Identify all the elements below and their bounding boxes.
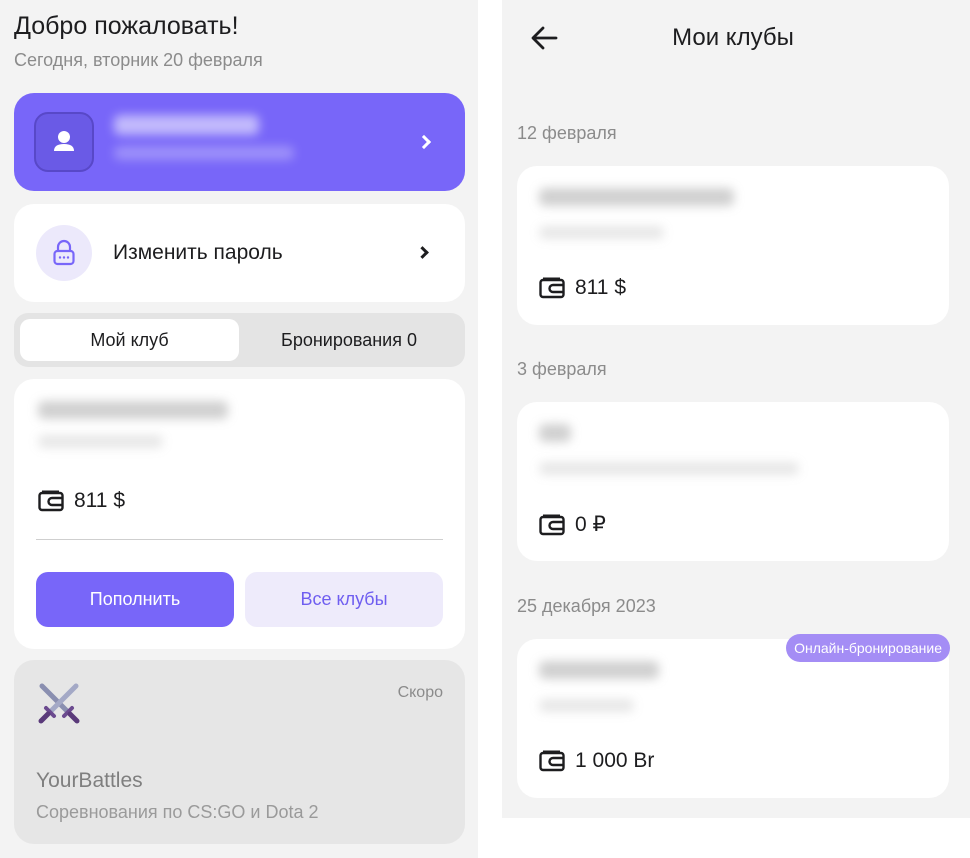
change-password-label: Изменить пароль [113,241,283,264]
profile-card[interactable] [14,93,465,191]
club-address-redacted [539,226,664,239]
club-name-redacted [539,661,659,679]
club-tabs: Мой клуб Бронирования 0 [14,313,465,367]
tab-my-club[interactable]: Мой клуб [20,319,239,361]
profile-name-redacted [114,115,259,135]
top-up-button[interactable]: Пополнить [36,572,234,627]
lock-icon [53,239,75,266]
club-balance: 0 ₽ [539,512,606,537]
coming-soon-label: Скоро [397,684,443,701]
club-balance-value: 1 000 Br [575,749,655,772]
yourbattles-subtitle: Соревнования по CS:GO и Dota 2 [36,802,319,822]
avatar [34,112,94,172]
chevron-right-icon [416,134,432,150]
wallet-icon [539,277,565,299]
club-balance: 1 000 Br [539,749,654,773]
wallet-icon [539,514,565,535]
club-balance-value: 811 $ [575,276,626,299]
club-name-redacted [539,424,571,442]
yourbattles-title: YourBattles [36,769,143,792]
my-clubs-screen: Мои клубы 12 февраля 811 $ 3 февраля 0 ₽ [502,0,970,818]
online-booking-badge: Онлайн-бронирование [786,634,950,662]
club-date: 3 февраля [517,359,607,379]
club-balance: 811 $ [38,489,125,513]
club-balance-value: 811 $ [74,489,125,512]
welcome-title: Добро пожаловать! [14,12,239,40]
today-date: Сегодня, вторник 20 февраля [14,50,263,70]
lock-icon-wrapper [36,225,92,281]
my-club-card: 811 $ Пополнить Все клубы [14,379,465,649]
club-name-redacted [38,401,228,419]
club-date: 25 декабря 2023 [517,596,656,616]
home-screen: Добро пожаловать! Сегодня, вторник 20 фе… [0,0,478,858]
all-clubs-button[interactable]: Все клубы [245,572,443,627]
yourbattles-card: Скоро YourBattles Соревнования по CS:GO … [14,660,465,844]
club-list-item[interactable]: 811 $ [517,166,949,325]
wallet-icon [539,750,565,772]
club-balance: 811 $ [539,276,626,300]
user-icon [54,131,74,151]
swords-icon [38,683,80,724]
chevron-right-icon [416,246,429,259]
divider [36,539,443,540]
club-address-redacted [539,462,799,475]
club-address-redacted [38,435,163,448]
tab-bookings[interactable]: Бронирования 0 [239,319,459,361]
profile-subtitle-redacted [114,146,294,160]
wallet-icon [38,490,64,512]
club-address-redacted [539,699,634,712]
change-password-card[interactable]: Изменить пароль [14,204,465,302]
club-date: 12 февраля [517,123,617,143]
club-balance-value: 0 ₽ [575,513,606,536]
club-name-redacted [539,188,734,206]
page-title: Мои клубы [672,24,794,51]
club-list-item[interactable]: 0 ₽ [517,402,949,561]
club-list-item[interactable]: Онлайн-бронирование 1 000 Br [517,634,950,798]
